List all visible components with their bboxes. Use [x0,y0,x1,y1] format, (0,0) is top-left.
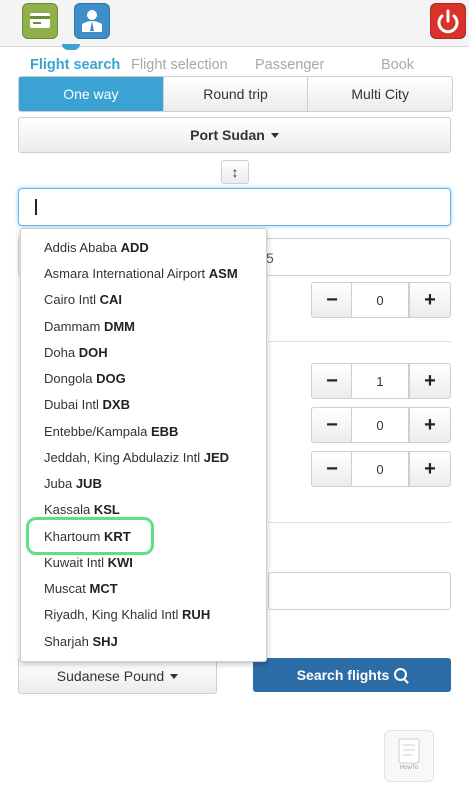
airport-name: Muscat [44,581,86,596]
airport-code: KWI [107,555,133,570]
dropdown-option[interactable]: Dongola DOG [44,371,126,386]
airport-code: EBB [150,424,179,439]
increment-button[interactable]: + [409,407,451,443]
text-cursor [35,199,37,215]
airport-code: JUB [75,476,102,491]
howto-icon[interactable]: HowTo [384,730,434,782]
power-icon[interactable] [430,3,466,39]
airport-name: Cairo Intl [44,292,97,307]
airport-name: Entebbe/Kampala [44,424,148,439]
airport-name: Kassala [44,502,91,517]
decrement-button[interactable]: − [311,282,353,318]
divider [268,522,451,523]
airport-code: ASM [208,266,238,281]
dropdown-option[interactable]: Cairo Intl CAI [44,292,122,307]
dropdown-option[interactable]: Juba JUB [44,476,102,491]
destination-input[interactable] [18,188,451,226]
selection-highlight [26,517,154,555]
airport-name: Riyadh, King Khalid Intl [44,607,179,622]
promo-code-input[interactable] [268,572,451,610]
airport-name: Doha [44,345,76,360]
airport-name: Juba [44,476,73,491]
dropdown-option[interactable]: Riyadh, King Khalid Intl RUH [44,607,210,622]
dropdown-option[interactable]: Dubai Intl DXB [44,397,130,412]
decrement-button[interactable]: − [311,451,353,487]
trip-type-selector: One way Round trip Multi City [18,76,453,112]
airport-code: DMM [103,319,136,334]
tab-multi-city[interactable]: Multi City [307,77,452,111]
search-flights-label: Search flights [296,667,390,683]
airport-code: ADD [120,240,149,255]
passenger-count[interactable]: 0 [351,407,409,443]
airport-name: Sharjah [44,634,89,649]
airport-code: MCT [89,581,118,596]
dropdown-option[interactable]: Addis Ababa ADD [44,240,149,255]
airport-name: Jeddah, King Abdulaziz Intl [44,450,201,465]
howto-label: HowTo [399,765,419,771]
user-icon[interactable] [74,3,110,39]
airport-code: JED [203,450,230,465]
destination-dropdown: Addis Ababa ADD Asmara International Air… [20,228,267,662]
swap-button[interactable]: ↕ [221,160,249,184]
chevron-down-icon [170,673,179,679]
search-icon [394,667,408,681]
dropdown-option[interactable]: Sharjah SHJ [44,634,118,649]
airport-code: DXB [102,397,130,412]
decrement-button[interactable]: − [311,363,353,399]
top-toolbar [0,0,469,47]
decrement-button[interactable]: − [311,407,353,443]
currency-value: Sudanese Pound [56,668,165,684]
dropdown-option[interactable]: Dammam DMM [44,319,135,334]
dropdown-option[interactable]: Asmara International Airport ASM [44,266,238,281]
airport-code: SHJ [92,634,118,649]
airport-name: Kuwait Intl [44,555,104,570]
airport-name: Dubai Intl [44,397,99,412]
dropdown-option[interactable]: Entebbe/Kampala EBB [44,424,178,439]
airport-name: Asmara International Airport [44,266,206,281]
passenger-count[interactable]: 0 [351,451,409,487]
card-icon[interactable] [22,3,58,39]
passenger-stepper-2: − 1 + [311,363,451,399]
step-flight-search: Flight search [30,57,121,73]
dropdown-option[interactable]: Doha DOH [44,345,108,360]
airport-name: Dammam [44,319,101,334]
airport-name: Addis Ababa [44,240,118,255]
increment-button[interactable]: + [409,282,451,318]
search-flights-button[interactable]: Search flights [253,658,451,692]
origin-value: Port Sudan [190,127,265,143]
date-fragment: 5 [266,250,274,266]
increment-button[interactable]: + [409,363,451,399]
airport-code: CAI [99,292,123,307]
origin-select[interactable]: Port Sudan [18,117,451,153]
dropdown-option[interactable]: Muscat MCT [44,581,118,596]
passenger-stepper-3: − 0 + [311,407,451,443]
dropdown-option[interactable]: Kassala KSL [44,502,120,517]
divider [268,341,451,342]
passenger-stepper-4: − 0 + [311,451,451,487]
currency-select[interactable]: Sudanese Pound [18,658,217,694]
chevron-down-icon [270,132,279,138]
passenger-count[interactable]: 0 [351,282,409,318]
booking-steps: Flight search Flight selection Passenger… [0,57,469,77]
swap-arrows-icon: ↕ [231,164,239,180]
tab-one-way[interactable]: One way [19,77,163,111]
passenger-count[interactable]: 1 [351,363,409,399]
airport-name: Dongola [44,371,93,386]
current-step-indicator [62,44,80,50]
dropdown-option[interactable]: Kuwait Intl KWI [44,555,133,570]
step-book: Book [381,57,415,73]
increment-button[interactable]: + [409,451,451,487]
airport-code: DOH [78,345,108,360]
dropdown-option[interactable]: Jeddah, King Abdulaziz Intl JED [44,450,229,465]
step-flight-selection: Flight selection [131,57,228,73]
tab-round-trip[interactable]: Round trip [162,77,308,111]
airport-code: DOG [96,371,126,386]
passenger-stepper-1: − 0 + [311,282,451,318]
step-passenger: Passenger [255,57,325,73]
airport-code: KSL [93,502,120,517]
airport-code: RUH [182,607,211,622]
